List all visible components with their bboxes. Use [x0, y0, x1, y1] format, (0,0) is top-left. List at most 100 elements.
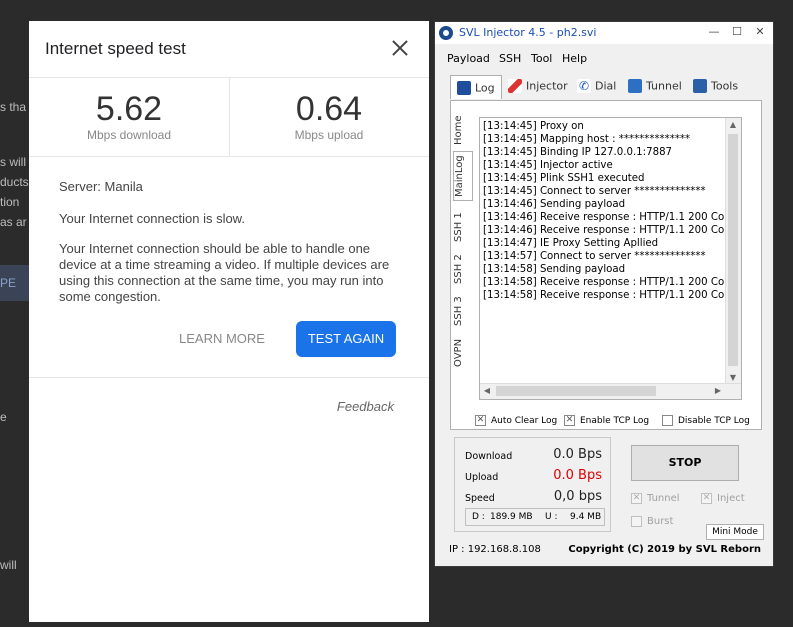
background-text-7: e: [0, 410, 7, 424]
uploaded-label: U :: [545, 512, 558, 522]
learn-more-link[interactable]: LEARN MORE: [179, 331, 265, 346]
checkbox-checked-icon: ✕: [475, 415, 486, 426]
syringe-icon: [508, 79, 522, 93]
background-text-4: tion: [0, 195, 20, 209]
connection-status: Your Internet connection is slow.: [59, 211, 245, 226]
log-line: [13:14:45] Binding IP 127.0.0.1:7887: [483, 147, 673, 158]
log-lines: [13:14:45] Proxy on [13:14:45] Mapping h…: [483, 120, 727, 302]
traffic-stats: Download 0.0 Bps Upload 0.0 Bps Speed 0,…: [454, 437, 611, 532]
scroll-thumb[interactable]: [728, 134, 738, 366]
background-text-8: will: [0, 558, 17, 572]
window-title: SVL Injector 4.5 - ph2.svi: [459, 26, 597, 39]
download-label: Mbps download: [86, 128, 172, 142]
tab-log[interactable]: Log: [450, 75, 502, 99]
checkbox-empty-icon: [631, 516, 642, 527]
log-line: [13:14:45] Plink SSH1 executed: [483, 173, 645, 184]
upload-label: Mbps upload: [294, 128, 364, 142]
log-line: [13:14:58] Sending payload: [483, 264, 626, 275]
maximize-button[interactable]: ☐: [729, 25, 745, 39]
scroll-up-icon[interactable]: ▲: [726, 120, 740, 129]
download-value: 5.62: [95, 90, 163, 128]
background-text-3: ducts: [0, 175, 29, 189]
log-line: [13:14:45] Injector active: [483, 160, 613, 171]
log-horizontal-scrollbar[interactable]: ◀ ▶: [480, 383, 741, 399]
server-line: Server: Manila: [59, 179, 143, 194]
downloaded-label: D :: [472, 512, 485, 522]
background-text-6: PE: [0, 276, 17, 290]
speed-test-card: Internet speed test 5.62 Mbps download 0…: [29, 21, 429, 622]
menu-payload[interactable]: Payload: [447, 52, 490, 65]
ip-address: IP : 192.168.8.108: [449, 544, 541, 555]
log-textbox[interactable]: [13:14:45] Proxy on [13:14:45] Mapping h…: [479, 117, 742, 400]
tunnel-icon: [628, 79, 642, 93]
scroll-left-icon[interactable]: ◀: [480, 386, 494, 395]
upload-metric: 0.64 Mbps upload: [229, 78, 429, 156]
minimize-button[interactable]: —: [706, 25, 722, 39]
tab-tools[interactable]: Tools: [693, 79, 738, 99]
tab-dial[interactable]: ✆ Dial: [577, 79, 616, 99]
menu-help[interactable]: Help: [562, 52, 587, 65]
menubar: Payload SSH Tool Help: [435, 45, 773, 69]
status-bar: IP : 192.168.8.108 Copyright (C) 2019 by…: [449, 544, 761, 560]
svl-injector-window: SVL Injector 4.5 - ph2.svi — ☐ ✕ Payload…: [434, 21, 774, 567]
download-metric: 5.62 Mbps download: [29, 78, 230, 156]
speed-test-title: Internet speed test: [45, 39, 186, 58]
download-stat-value: 0.0 Bps: [553, 447, 602, 462]
checkbox-checked-icon: ✕: [631, 493, 642, 504]
upload-stat-label: Upload: [465, 472, 499, 483]
log-line: [13:14:58] Receive response : HTTP/1.1 2…: [483, 290, 727, 301]
log-line: [13:14:58] Receive response : HTTP/1.1 2…: [483, 277, 727, 288]
vtab-home[interactable]: Home: [453, 111, 471, 149]
scroll-right-icon[interactable]: ▶: [711, 386, 725, 395]
log-line: [13:14:45] Proxy on: [483, 121, 584, 132]
server-name: Manila: [104, 179, 143, 194]
speed-stat-label: Speed: [465, 493, 495, 504]
feedback-link[interactable]: Feedback: [337, 399, 394, 414]
tunnel-option[interactable]: ✕ Tunnel: [631, 493, 680, 504]
close-icon[interactable]: [389, 37, 411, 59]
vtab-ssh1[interactable]: SSH 1: [453, 209, 471, 245]
burst-option[interactable]: Burst: [631, 516, 673, 527]
scroll-thumb[interactable]: [496, 386, 656, 396]
titlebar[interactable]: SVL Injector 4.5 - ph2.svi — ☐ ✕: [435, 22, 773, 44]
copyright-text: Copyright (C) 2019 by SVL Reborn: [568, 544, 761, 555]
connection-description: Your Internet connection should be able …: [59, 241, 390, 304]
test-again-button[interactable]: TEST AGAIN: [296, 321, 396, 357]
upload-value: 0.64: [295, 90, 363, 128]
background-text-5: as ar: [0, 215, 27, 229]
vtab-ovpn[interactable]: OVPN: [453, 335, 471, 371]
log-line: [13:14:45] Connect to server ***********…: [483, 186, 706, 197]
menu-tool[interactable]: Tool: [531, 52, 552, 65]
log-line: [13:14:46] Receive response : HTTP/1.1 2…: [483, 225, 727, 236]
log-vertical-scrollbar[interactable]: ▲ ▼: [725, 118, 741, 384]
mini-mode-button[interactable]: Mini Mode: [706, 524, 764, 540]
speed-metrics: 5.62 Mbps download 0.64 Mbps upload: [29, 78, 429, 157]
background-text-2: s will: [0, 155, 26, 169]
server-label: Server:: [59, 179, 101, 194]
speed-stat-value: 0,0 bps: [553, 489, 602, 504]
download-stat-label: Download: [465, 451, 513, 462]
vtab-ssh3[interactable]: SSH 3: [453, 293, 471, 329]
vtab-mainlog[interactable]: MainLog: [453, 151, 473, 201]
log-options: ✕ Auto Clear Log ✕ Enable TCP Log Disable …: [475, 415, 765, 431]
log-line: [13:14:46] Sending payload: [483, 199, 626, 210]
inject-option[interactable]: ✕ Inject: [701, 493, 745, 504]
upload-stat-value: 0.0 Bps: [553, 468, 602, 483]
disable-tcp-log-checkbox[interactable]: Disable TCP Log: [662, 415, 750, 426]
menu-ssh[interactable]: SSH: [499, 52, 521, 65]
speed-test-header: Internet speed test: [29, 21, 429, 78]
tab-tunnel[interactable]: Tunnel: [628, 79, 682, 99]
stop-button[interactable]: STOP: [631, 445, 739, 481]
scroll-down-icon[interactable]: ▼: [726, 373, 740, 382]
log-line: [13:14:45] Mapping host : **************: [483, 134, 691, 145]
tab-injector[interactable]: Injector: [508, 79, 568, 99]
card-divider: [29, 377, 429, 378]
log-icon: [457, 81, 471, 95]
enable-tcp-log-checkbox[interactable]: ✕ Enable TCP Log: [564, 415, 649, 426]
vtab-ssh2[interactable]: SSH 2: [453, 251, 471, 287]
tools-icon: [693, 79, 707, 93]
checkbox-empty-icon: [662, 415, 673, 426]
auto-clear-log-checkbox[interactable]: ✕ Auto Clear Log: [475, 415, 557, 426]
close-window-button[interactable]: ✕: [752, 25, 768, 39]
phone-icon: ✆: [577, 79, 591, 93]
